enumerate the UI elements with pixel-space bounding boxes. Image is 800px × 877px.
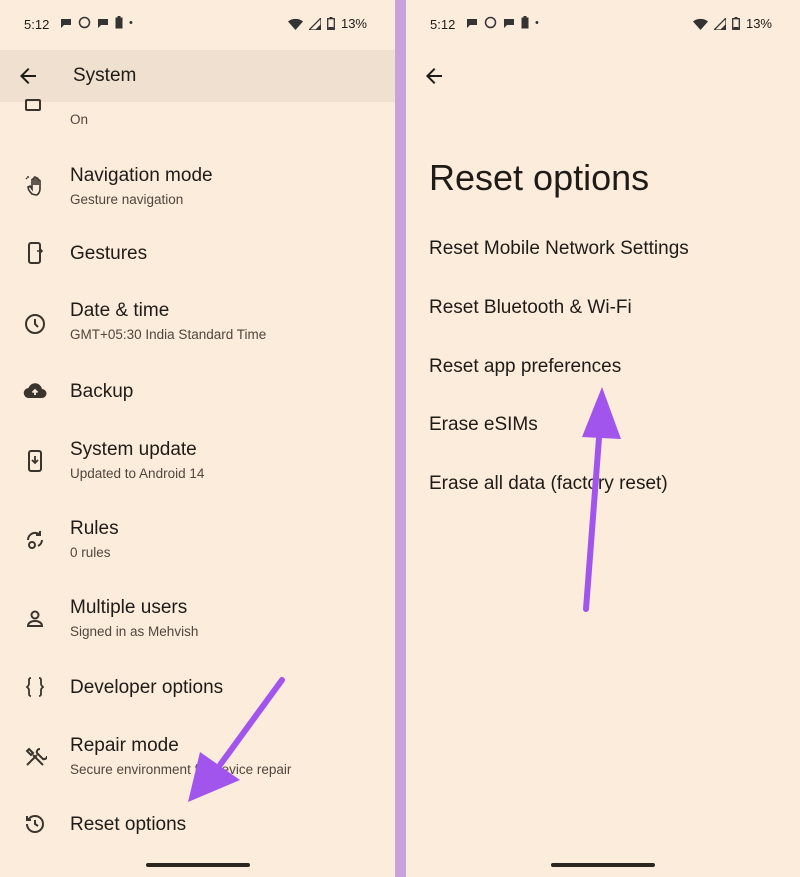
settings-item-title: Backup <box>70 381 134 402</box>
top-app-bar <box>406 50 800 102</box>
settings-item-repair-mode[interactable]: Repair mode Secure environment for devic… <box>0 734 395 794</box>
settings-item-title: Reset options <box>70 814 187 835</box>
reset-mobile-network-option[interactable]: Reset Mobile Network Settings <box>429 238 689 260</box>
page-title: System <box>73 65 137 86</box>
settings-item-title: Gestures <box>70 243 148 264</box>
gesture-hand-icon <box>25 176 41 196</box>
clock-icon <box>25 314 45 334</box>
reset-options-screen: 5:12 • 13% Reset options Reset Mobile Ne… <box>405 0 800 877</box>
settings-item-title: Rules <box>70 518 119 539</box>
factory-reset-option[interactable]: Erase all data (factory reset) <box>429 473 668 495</box>
more-notifications-dot: • <box>535 16 539 29</box>
settings-item-subtitle: Secure environment for device repair <box>70 762 292 777</box>
battery-percent: 13% <box>340 16 367 31</box>
rules-icon <box>26 531 43 549</box>
chat-icon <box>61 18 71 28</box>
chat-icon <box>504 18 514 28</box>
annotation-arrow <box>582 387 621 612</box>
status-icons: 13% <box>692 16 772 31</box>
settings-item-backup[interactable]: Backup <box>0 378 395 438</box>
settings-item-title: System update <box>70 439 197 460</box>
notification-icons: • <box>60 16 133 29</box>
phone-gesture-icon <box>28 242 44 264</box>
settings-item-title: Date & time <box>70 300 170 321</box>
system-update-icon <box>28 450 42 472</box>
settings-item-subtitle: Updated to Android 14 <box>70 466 205 481</box>
back-arrow-icon[interactable] <box>16 64 40 88</box>
wifi-icon <box>287 18 303 30</box>
page-title: Reset options <box>429 157 650 198</box>
system-settings-screen: 5:12 • 13% System On Navigation mode Ges… <box>0 0 396 877</box>
braces-icon <box>25 677 45 697</box>
notification-icons: • <box>466 16 539 29</box>
wifi-icon <box>692 18 708 30</box>
battery-icon <box>732 17 740 30</box>
cloud-upload-icon <box>23 383 47 399</box>
settings-item-title: Developer options <box>70 677 224 698</box>
settings-item-subtitle: GMT+05:30 India Standard Time <box>70 327 267 342</box>
settings-item-display[interactable]: On <box>0 90 395 150</box>
settings-item-date-time[interactable]: Date & time GMT+05:30 India Standard Tim… <box>0 300 395 360</box>
reset-app-preferences-option[interactable]: Reset app preferences <box>429 356 621 378</box>
settings-item-gestures[interactable]: Gestures <box>0 240 395 300</box>
status-bar: 5:12 • 13% <box>0 0 395 50</box>
display-icon <box>25 99 41 111</box>
battery-icon <box>327 17 335 30</box>
person-icon <box>26 610 44 627</box>
settings-item-title: Multiple users <box>70 597 188 618</box>
signal-icon <box>713 17 726 30</box>
settings-item-title: Navigation mode <box>70 165 213 186</box>
more-notifications-dot: • <box>129 16 133 29</box>
battery-percent: 13% <box>745 16 772 31</box>
erase-esims-option[interactable]: Erase eSIMs <box>429 414 538 436</box>
chat-icon <box>467 18 477 28</box>
status-time: 5:12 <box>430 17 456 32</box>
status-time: 5:12 <box>24 17 50 32</box>
status-icons: 13% <box>287 16 367 31</box>
history-icon <box>26 814 44 833</box>
settings-item-navigation-mode[interactable]: Navigation mode Gesture navigation <box>0 162 395 222</box>
tools-icon <box>25 747 47 766</box>
settings-item-subtitle: Signed in as Mehvish <box>70 624 199 639</box>
settings-item-rules[interactable]: Rules 0 rules <box>0 517 395 577</box>
battery-saver-icon <box>521 16 529 29</box>
settings-item-developer-options[interactable]: Developer options <box>0 675 395 735</box>
settings-item-subtitle: 0 rules <box>70 545 111 560</box>
settings-item-multiple-users[interactable]: Multiple users Signed in as Mehvish <box>0 596 395 656</box>
battery-saver-icon <box>115 16 123 29</box>
settings-item-subtitle: On <box>70 112 89 127</box>
whatsapp-icon <box>484 16 497 29</box>
gesture-navigation-bar[interactable] <box>145 863 250 867</box>
settings-item-subtitle: Gesture navigation <box>70 192 184 207</box>
settings-item-system-update[interactable]: System update Updated to Android 14 <box>0 438 395 498</box>
chat-icon <box>98 18 108 28</box>
status-bar: 5:12 • 13% <box>406 0 800 50</box>
settings-item-title: Repair mode <box>70 735 179 756</box>
back-arrow-icon[interactable] <box>422 64 446 88</box>
reset-bluetooth-wifi-option[interactable]: Reset Bluetooth & Wi-Fi <box>429 297 632 319</box>
signal-icon <box>308 17 321 30</box>
whatsapp-icon <box>78 16 91 29</box>
gesture-navigation-bar[interactable] <box>551 863 655 867</box>
